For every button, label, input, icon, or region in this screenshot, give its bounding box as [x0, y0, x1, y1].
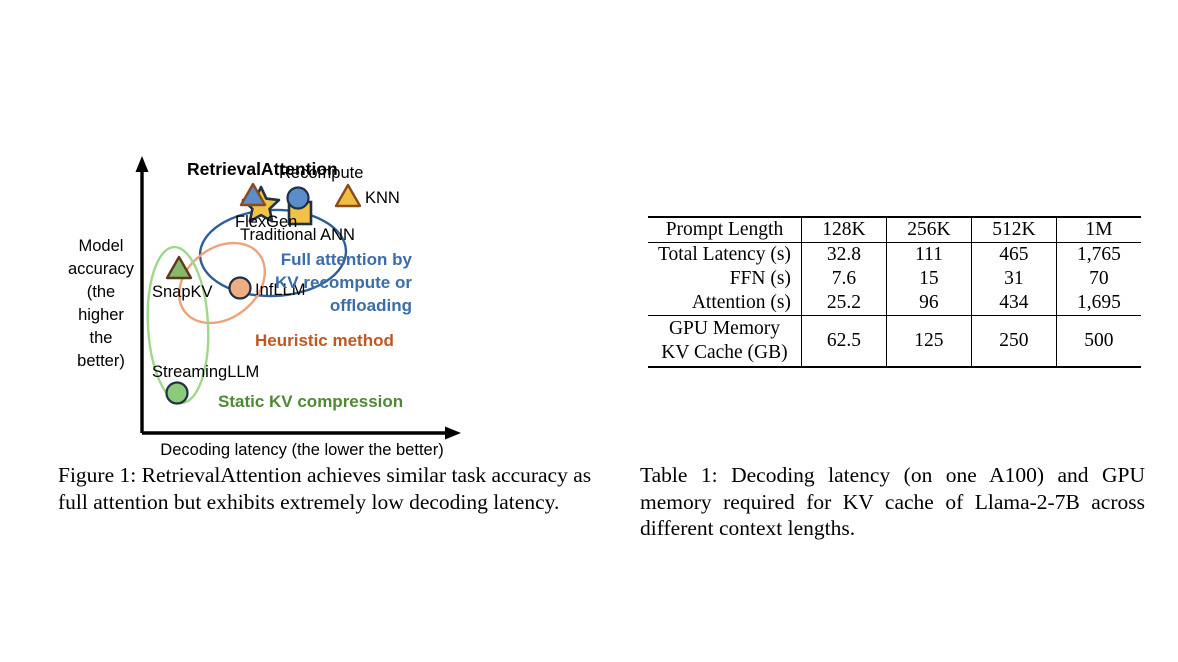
table-1: Prompt Length 128K 256K 512K 1M Total La… [648, 216, 1141, 368]
row-label-gpu-memory-line-1: GPU Memory [668, 318, 780, 339]
y-axis-label-line-2: accuracy [68, 260, 135, 278]
table-row-attention: Attention (s) 25.2 96 434 1,695 [648, 291, 1141, 316]
x-axis-arrowhead [445, 426, 461, 440]
annotation-full-attention-line-1: Full attention by [281, 250, 413, 269]
cell-total-latency-512k: 465 [970, 242, 1057, 267]
cell-attention-1m: 1,695 [1055, 291, 1141, 316]
table-header-row: Prompt Length 128K 256K 512K 1M [648, 216, 1141, 243]
row-label-ffn: FFN (s) [729, 268, 791, 289]
y-axis-label-line-3: (the [87, 283, 115, 301]
cell-attention-512k: 434 [970, 291, 1057, 316]
cell-total-latency-256k: 111 [885, 242, 972, 267]
table-header-512k: 512K [970, 216, 1057, 243]
scatter-plot-svg: RetrievalAttention Traditional ANN KNN R… [68, 156, 461, 459]
cell-gpu-memory-256k: 125 [885, 315, 972, 368]
cell-gpu-memory-128k: 62.5 [800, 315, 887, 368]
table-header-128k: 128K [800, 216, 887, 243]
figure-caption-text: RetrievalAttention achieves similar task… [58, 463, 592, 514]
table-header-1m: 1M [1055, 216, 1141, 243]
marker-knn [334, 183, 362, 208]
annotation-static-kv: Static KV compression [218, 392, 403, 411]
table-1-container: Prompt Length 128K 256K 512K 1M Total La… [648, 216, 1141, 368]
row-label-attention: Attention (s) [691, 292, 791, 313]
annotation-full-attention-line-2: KV recompute or [275, 273, 412, 292]
figure-1-caption: Figure 1: RetrievalAttention achieves si… [58, 462, 598, 515]
y-axis-label: Model accuracy (the higher the better) [68, 237, 135, 370]
y-axis-label-line-1: Model [79, 237, 124, 255]
table-row-ffn: FFN (s) 7.6 15 31 70 [648, 267, 1141, 291]
annotation-full-attention-line-3: offloading [330, 296, 412, 315]
label-streamingllm: StreamingLLM [152, 363, 259, 381]
row-label-gpu-memory-line-2: KV Cache (GB) [661, 342, 788, 363]
figure-caption-label: Figure 1: [58, 463, 137, 487]
row-label-total-latency: Total Latency (s) [648, 242, 802, 267]
cell-ffn-1m: 70 [1055, 267, 1141, 291]
paper-figure-page: RetrievalAttention Traditional ANN KNN R… [0, 0, 1178, 662]
cell-total-latency-128k: 32.8 [800, 242, 887, 267]
figure-1-graphic: RetrievalAttention Traditional ANN KNN R… [55, 140, 615, 460]
cell-ffn-128k: 7.6 [800, 267, 887, 291]
label-knn: KNN [365, 189, 400, 207]
marker-recompute [286, 186, 310, 210]
cell-total-latency-1m: 1,765 [1055, 242, 1141, 267]
label-flexgen: FlexGen [235, 213, 297, 231]
cell-ffn-512k: 31 [970, 267, 1057, 291]
y-axis-label-line-6: better) [77, 352, 125, 370]
annotation-heuristic: Heuristic method [255, 331, 394, 350]
table-header-256k: 256K [885, 216, 972, 243]
cell-attention-256k: 96 [885, 291, 972, 316]
table-row-total-latency: Total Latency (s) 32.8 111 465 1,765 [648, 242, 1141, 267]
table-caption-label: Table 1: [640, 463, 718, 487]
cell-attention-128k: 25.2 [800, 291, 887, 316]
annotation-full-attention: Full attention by KV recompute or offloa… [275, 250, 413, 315]
label-recompute: Recompute [279, 164, 363, 182]
marker-streamingllm [165, 381, 189, 405]
table-1-caption: Table 1: Decoding latency (on one A100) … [640, 462, 1145, 542]
table-header-prompt-length: Prompt Length [648, 216, 802, 243]
y-axis-label-line-5: the [90, 329, 113, 347]
x-axis-label: Decoding latency (the lower the better) [160, 441, 443, 459]
table-row-gpu-memory: GPU Memory KV Cache (GB) 62.5 125 250 50… [648, 315, 1141, 368]
y-axis-arrowhead [135, 156, 149, 172]
label-snapkv: SnapKV [152, 283, 213, 301]
cell-gpu-memory-1m: 500 [1055, 315, 1141, 368]
cell-gpu-memory-512k: 250 [970, 315, 1057, 368]
row-label-gpu-memory: GPU Memory KV Cache (GB) [648, 315, 802, 368]
y-axis-label-line-4: higher [78, 306, 124, 324]
cell-ffn-256k: 15 [885, 267, 972, 291]
marker-infllm [228, 276, 252, 300]
